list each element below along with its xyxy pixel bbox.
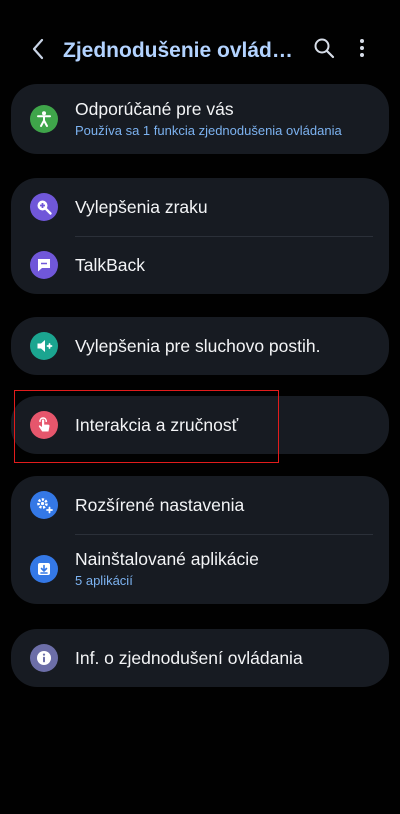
vision-card: Vylepšenia zraku TalkBack bbox=[11, 178, 389, 294]
download-tray-icon bbox=[30, 555, 58, 583]
recommended-card: Odporúčané pre vás Používa sa 1 funkcia … bbox=[11, 84, 389, 154]
item-title: Odporúčané pre vás bbox=[75, 99, 234, 119]
item-title: Nainštalované aplikácie bbox=[75, 549, 259, 569]
page-title: Zjednodušenie ovládania bbox=[63, 39, 299, 62]
item-title: Interakcia a zručnosť bbox=[75, 415, 239, 435]
magnifier-plus-icon bbox=[30, 193, 58, 221]
back-button[interactable] bbox=[24, 36, 52, 66]
list-item-interaction[interactable]: Interakcia a zručnosť bbox=[11, 396, 389, 454]
advanced-card: Rozšírené nastavenia Nainštalované aplik… bbox=[11, 476, 389, 604]
back-arrow-icon bbox=[31, 38, 45, 65]
talkback-speech-icon bbox=[30, 251, 58, 279]
hearing-card: Vylepšenia pre sluchovo postih. bbox=[11, 317, 389, 375]
interaction-card: Interakcia a zručnosť bbox=[11, 396, 389, 454]
item-subtitle: 5 aplikácií bbox=[75, 573, 133, 588]
list-item-talkback[interactable]: TalkBack bbox=[11, 236, 389, 294]
accessibility-person-icon bbox=[30, 105, 58, 133]
about-card: Inf. o zjednodušení ovládania bbox=[11, 629, 389, 687]
touch-hand-icon bbox=[30, 411, 58, 439]
item-title: Vylepšenia pre sluchovo postih. bbox=[75, 336, 321, 356]
list-item-installed-apps[interactable]: Nainštalované aplikácie 5 aplikácií bbox=[11, 534, 389, 604]
list-item-hearing[interactable]: Vylepšenia pre sluchovo postih. bbox=[11, 317, 389, 375]
accessibility-settings-screen: Zjednodušenie ovládania Odporúčané pre v… bbox=[0, 0, 400, 814]
list-item-advanced-settings[interactable]: Rozšírené nastavenia bbox=[11, 476, 389, 534]
more-vertical-icon bbox=[359, 38, 365, 63]
item-title: Vylepšenia zraku bbox=[75, 197, 208, 217]
more-options-button[interactable] bbox=[350, 36, 374, 64]
hearing-speaker-icon bbox=[30, 332, 58, 360]
search-button[interactable] bbox=[310, 36, 338, 64]
gears-plus-icon bbox=[30, 491, 58, 519]
list-item-vision[interactable]: Vylepšenia zraku bbox=[11, 178, 389, 236]
item-title: Rozšírené nastavenia bbox=[75, 495, 245, 515]
list-item-about[interactable]: Inf. o zjednodušení ovládania bbox=[11, 629, 389, 687]
info-icon bbox=[30, 644, 58, 672]
app-bar: Zjednodušenie ovládania bbox=[0, 28, 400, 74]
item-title: Inf. o zjednodušení ovládania bbox=[75, 648, 303, 668]
list-item-recommended[interactable]: Odporúčané pre vás Používa sa 1 funkcia … bbox=[11, 84, 389, 154]
search-icon bbox=[313, 37, 335, 64]
item-title: TalkBack bbox=[75, 255, 146, 275]
item-subtitle: Používa sa 1 funkcia zjednodušenia ovlád… bbox=[75, 123, 342, 138]
